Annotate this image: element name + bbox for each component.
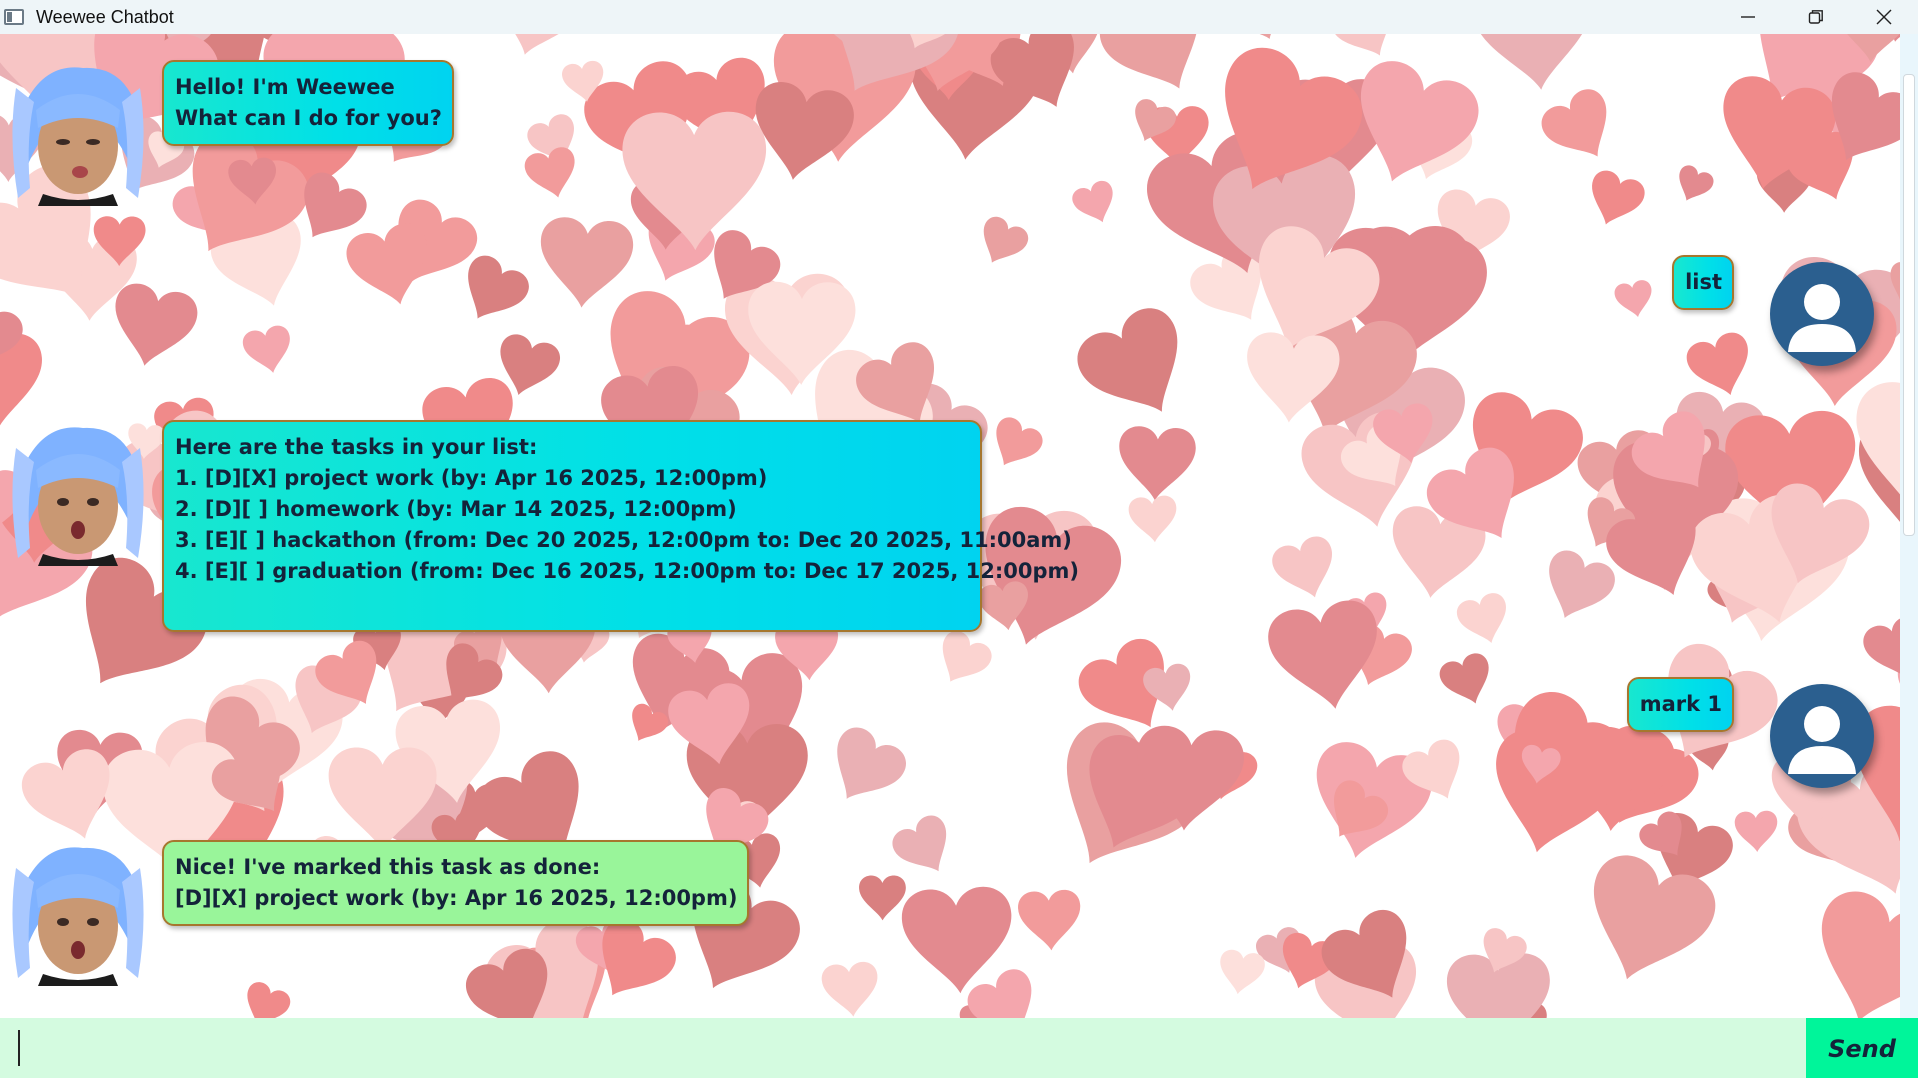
user-icon xyxy=(1788,706,1856,774)
heart-shape xyxy=(1077,308,1178,412)
heart-shape xyxy=(859,875,906,921)
minimize-icon xyxy=(1741,16,1755,18)
heart-shape xyxy=(1100,34,1199,89)
restore-icon xyxy=(1808,10,1823,24)
title-bar: Weewee Chatbot xyxy=(0,0,1918,34)
heart-shape xyxy=(1220,949,1265,995)
user-message-bubble: list xyxy=(1672,255,1734,310)
heart-shape xyxy=(892,815,947,872)
minimize-button[interactable] xyxy=(1714,0,1782,34)
heart-shape xyxy=(1614,280,1652,318)
heart-shape xyxy=(499,34,583,55)
user-avatar xyxy=(1770,262,1874,366)
bot-message-bubble: Here are the tasks in your list: 1. [D][… xyxy=(162,420,1079,632)
close-button[interactable] xyxy=(1850,0,1918,34)
heart-shape xyxy=(247,982,291,1018)
heart-shape xyxy=(115,283,198,366)
window-title: Weewee Chatbot xyxy=(36,6,174,27)
heart-shape xyxy=(1439,653,1489,704)
heart-shape xyxy=(1272,536,1333,598)
heart-shape xyxy=(1679,165,1714,201)
bot-avatar xyxy=(12,67,144,206)
user-avatar xyxy=(1770,684,1874,788)
heart-shape xyxy=(996,417,1043,466)
heart-shape xyxy=(837,727,906,799)
heart-shape xyxy=(1456,593,1506,643)
send-button[interactable]: Send xyxy=(1806,1018,1918,1078)
user-icon xyxy=(1788,284,1856,352)
heart-shape xyxy=(1128,495,1177,543)
bot-avatar xyxy=(12,847,144,986)
scrollbar-thumb[interactable] xyxy=(1903,74,1915,536)
heart-shape xyxy=(942,630,992,682)
heart-shape xyxy=(1072,180,1113,223)
heart-shape xyxy=(524,147,575,198)
heart-shape xyxy=(1119,426,1196,501)
heart-shape xyxy=(1018,889,1081,951)
message-input[interactable] xyxy=(0,1018,1806,1078)
heart-shape xyxy=(1734,810,1778,853)
heart-shape xyxy=(1241,34,1278,40)
heart-shape xyxy=(540,217,634,308)
heart-shape xyxy=(242,325,290,373)
maximize-button[interactable] xyxy=(1782,0,1850,34)
heart-shape xyxy=(1472,34,1592,90)
bot-message-bubble: Hello! I'm Weewee What can I do for you? xyxy=(162,60,454,146)
user-message-bubble: mark 1 xyxy=(1626,677,1734,732)
text-caret xyxy=(18,1030,20,1066)
heart-shape xyxy=(821,961,878,1017)
heart-shape xyxy=(983,216,1029,263)
app-icon xyxy=(4,9,24,25)
heart-shape xyxy=(1592,170,1645,225)
bot-message-bubble: Nice! I've marked this task as done: [D]… xyxy=(162,840,750,926)
heart-shape xyxy=(622,111,767,251)
window-controls xyxy=(1714,0,1918,34)
heart-shape xyxy=(1541,89,1607,157)
heart-shape xyxy=(468,255,529,319)
bot-avatar xyxy=(12,427,144,566)
close-icon xyxy=(1876,9,1892,25)
scrollbar[interactable] xyxy=(1900,34,1918,1018)
chat-scroll-pane[interactable]: Hello! I'm Weewee What can I do for you?… xyxy=(0,34,1918,1018)
heart-shape xyxy=(1549,550,1615,619)
